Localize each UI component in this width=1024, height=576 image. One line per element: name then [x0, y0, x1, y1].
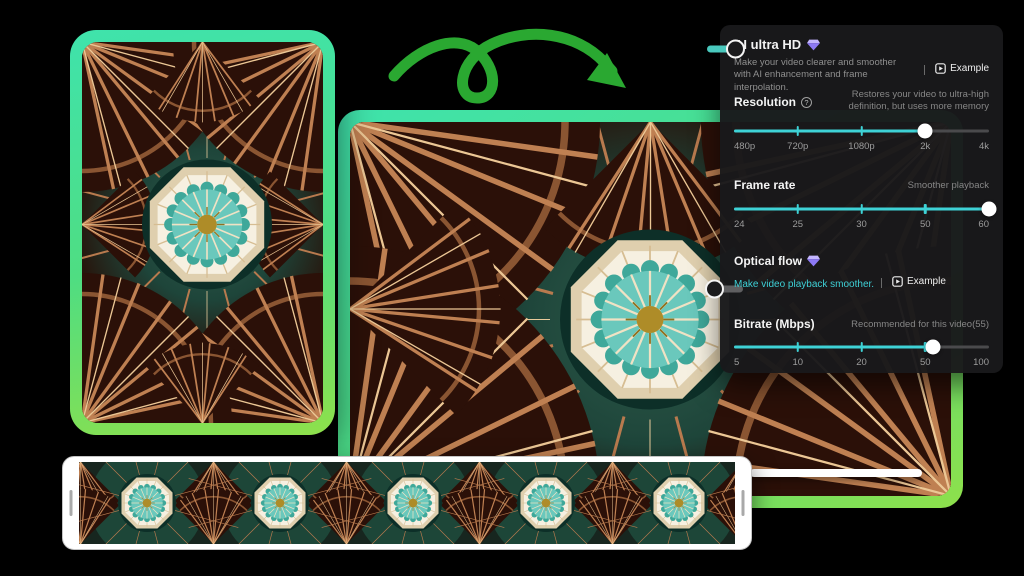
video-example-icon: [935, 63, 946, 74]
resolution-note: Restores your video to ultra-high defini…: [817, 89, 989, 114]
slider-tick: [797, 126, 800, 136]
bitrate-slider-knob[interactable]: [925, 340, 940, 355]
ceiling-artwork-filmstrip: [79, 462, 735, 544]
before-image-frame: [70, 30, 335, 435]
arrow-icon: [380, 10, 640, 110]
resolution-label: Resolution: [734, 95, 796, 109]
toggle-knob: [726, 40, 745, 59]
bitrate-note: Recommended for this video(55): [851, 319, 989, 331]
resolution-slider[interactable]: [734, 123, 989, 139]
separator: [881, 278, 882, 288]
ceiling-artwork-before: [82, 42, 323, 423]
resolution-tick-labels: 480p 720p 1080p 2k 4k: [734, 141, 989, 153]
frame-rate-slider-knob[interactable]: [982, 202, 997, 217]
separator: [924, 65, 925, 75]
ai-ultra-hd-title-row: AI ultra HD: [734, 37, 820, 52]
resolution-slider-knob[interactable]: [918, 124, 933, 139]
bitrate-tick-labels: 5 10 20 50 100: [734, 357, 989, 369]
ai-ultra-hd-example-row: Example: [922, 61, 989, 79]
slider-fill: [734, 130, 925, 133]
slider-tick: [797, 204, 800, 214]
resolution-label-row: Resolution ?: [734, 95, 812, 109]
gem-icon: [807, 255, 820, 267]
slider-tick: [924, 204, 927, 214]
frame-rate-label: Frame rate: [734, 178, 795, 192]
slider-tick: [860, 126, 863, 136]
optical-flow-description[interactable]: Make video playback smoother.: [734, 279, 874, 290]
settings-panel: AI ultra HD Make your video clearer and …: [720, 25, 1003, 373]
optical-flow-label: Optical flow: [734, 254, 802, 268]
clip-trim-handle-right[interactable]: [735, 462, 751, 544]
timeline-clip[interactable]: [62, 456, 752, 550]
example-button[interactable]: Example: [892, 276, 946, 287]
frame-rate-slider[interactable]: [734, 201, 989, 217]
timeline-progress-line: [750, 469, 922, 477]
frame-rate-tick-labels: 24 25 30 50 60: [734, 219, 989, 231]
help-icon[interactable]: ?: [801, 97, 812, 108]
promo-canvas: AI ultra HD Make your video clearer and …: [0, 0, 1024, 576]
before-image: [82, 42, 323, 423]
video-example-icon: [892, 276, 903, 287]
frame-rate-note: Smoother playback: [908, 180, 989, 192]
optical-flow-desc-row: Make video playback smoother. Example: [734, 274, 946, 292]
clip-thumbnail-strip: [79, 462, 735, 544]
trim-handle-notch: [742, 490, 745, 516]
bitrate-label: Bitrate (Mbps): [734, 317, 815, 331]
optical-flow-label-row: Optical flow: [734, 254, 820, 268]
example-button[interactable]: Example: [935, 63, 989, 74]
slider-tick: [860, 204, 863, 214]
slider-fill: [734, 346, 933, 349]
gem-icon: [807, 39, 820, 51]
slider-tick: [797, 342, 800, 352]
clip-trim-handle-left[interactable]: [63, 462, 79, 544]
toggle-knob: [705, 280, 724, 299]
slider-tick: [860, 342, 863, 352]
trim-handle-notch: [70, 490, 73, 516]
bitrate-slider[interactable]: [734, 339, 989, 355]
ai-ultra-hd-toggle[interactable]: [707, 39, 743, 59]
